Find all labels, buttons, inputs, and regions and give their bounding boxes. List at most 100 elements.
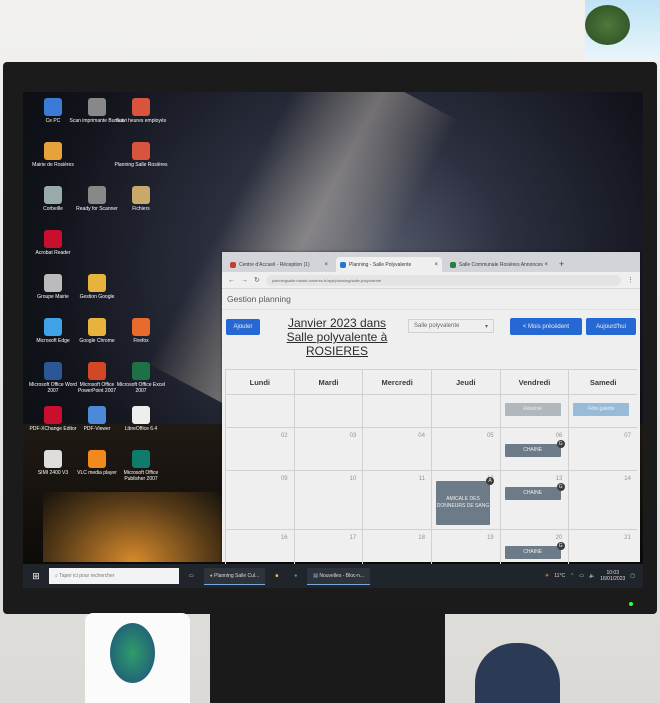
edge-icon[interactable]: ● xyxy=(288,568,303,584)
calendar-event[interactable]: Réservé xyxy=(504,403,561,416)
close-icon[interactable]: × xyxy=(434,262,438,268)
event-label: CHAINE xyxy=(523,490,543,496)
tab-annonces[interactable]: Salle Communale Rosières Annonces × xyxy=(446,257,552,272)
close-icon[interactable]: × xyxy=(544,262,548,268)
day-number: 09 xyxy=(280,476,288,482)
forward-icon[interactable]: → xyxy=(241,277,248,284)
day-number: 07 xyxy=(624,433,631,439)
back-icon[interactable]: ← xyxy=(228,277,235,284)
desktop-icon-label: Gestion Google xyxy=(79,294,115,300)
clock[interactable]: 10:03 16/01/2023 xyxy=(600,570,625,582)
calendar-day-cell[interactable]: 02 xyxy=(225,428,294,470)
url-field[interactable]: planningsalle.mairie-rosieres.fr/app/pla… xyxy=(265,274,621,286)
calendar-day-cell[interactable]: 14 xyxy=(568,471,637,529)
add-button[interactable]: Ajouter xyxy=(226,319,260,335)
wallpaper-glow xyxy=(43,492,223,562)
taskbar-item-label: Nouvelles - Bloc-n... xyxy=(319,572,365,579)
tab-reception[interactable]: Centre d'Accueil - Réception (1) × xyxy=(226,257,332,272)
day-number: 21 xyxy=(624,535,631,541)
desktop-icon[interactable]: Gestion Google xyxy=(69,274,125,300)
calendar-day-cell[interactable] xyxy=(225,395,294,427)
taskbar-item-notepad[interactable]: ▤ Nouvelles - Bloc-n... xyxy=(307,567,371,585)
calendar-event[interactable]: CHAINE xyxy=(504,444,561,457)
calendar-event[interactable]: CHAINE xyxy=(504,546,561,559)
menu-icon[interactable]: ⋮ xyxy=(627,276,634,284)
calendar-day-cell[interactable]: 05 xyxy=(430,428,500,470)
room-select[interactable]: Salle polyvalente ▾ xyxy=(408,319,494,333)
prev-month-button[interactable]: < Mois précédent xyxy=(510,318,582,335)
calendar-day-cell[interactable]: 16 xyxy=(225,530,294,568)
desktop-icon[interactable]: Planning Salle Rosières xyxy=(113,142,169,168)
calendar-day-cell[interactable]: 03 xyxy=(293,428,363,470)
desktop-icon-label: Planning Salle Rosières xyxy=(114,162,168,168)
calendar-day-cell[interactable]: 11 xyxy=(362,471,431,529)
taskbar-search[interactable]: ⌕ Taper ici pour rechercher xyxy=(49,568,179,584)
calendar-event[interactable]: CHAINE xyxy=(504,487,561,500)
calendar-day-cell[interactable] xyxy=(430,395,500,427)
event-badge: G xyxy=(556,483,565,491)
app-icon xyxy=(88,450,106,468)
clock-date: 16/01/2023 xyxy=(600,576,626,582)
app-header: Gestion planning xyxy=(222,289,640,310)
desktop-icon[interactable]: Mairie de Rosières xyxy=(25,142,81,168)
calendar-day-cell[interactable]: Fête galette xyxy=(568,395,637,427)
tab-favicon-icon xyxy=(340,261,346,268)
weather-icon[interactable]: ☀ xyxy=(545,573,549,579)
weather-temp[interactable]: 11°C xyxy=(554,573,565,579)
calendar-day-cell[interactable]: 10 xyxy=(293,471,363,529)
search-placeholder: Taper ici pour rechercher xyxy=(59,573,115,579)
app-icon xyxy=(132,318,150,336)
desktop-icon-label: LibreOffice 6.4 xyxy=(124,426,158,432)
event-badge: G xyxy=(556,542,565,550)
chevron-down-icon: ▾ xyxy=(484,323,488,330)
event-badge: A xyxy=(485,477,494,485)
calendar-day-cell[interactable]: Réservé xyxy=(499,395,569,427)
calendar-day-cell[interactable]: 07 xyxy=(568,428,637,470)
calendar-day-cell[interactable] xyxy=(362,395,431,427)
today-button[interactable]: Aujourd'hui xyxy=(586,318,636,335)
calendar-day-cell[interactable]: 13 CHAINE G xyxy=(499,471,569,529)
new-tab-button[interactable]: + xyxy=(559,259,564,269)
calendar-day-cell[interactable]: 21 xyxy=(568,530,637,568)
desktop-icon[interactable]: Acrobat Reader xyxy=(25,230,81,256)
weekday-lundi: Lundi xyxy=(225,370,294,394)
calendar-day-cell[interactable]: 12AMICALE DES DONNEURS DE SANGA xyxy=(430,471,500,529)
calendar-toolbar: Ajouter Janvier 2023 dans Salle polyvale… xyxy=(222,310,640,368)
event-label: AMICALE DES DONNEURS DE SANG xyxy=(436,496,490,509)
network-icon[interactable]: ▭ xyxy=(579,573,584,579)
desktop-icon[interactable]: Microsoft Office Publisher 2007 xyxy=(113,450,169,482)
desktop-icon[interactable]: Suivi heures employés xyxy=(113,98,169,124)
explorer-icon[interactable]: ■ xyxy=(269,568,284,584)
close-icon[interactable]: × xyxy=(324,262,328,268)
tab-planning[interactable]: Planning - Salle Polyvalente × xyxy=(336,257,442,272)
up-arrow-icon[interactable]: ⌃ xyxy=(570,573,574,579)
day-number: 11 xyxy=(418,476,425,482)
reload-icon[interactable]: ↻ xyxy=(254,276,260,284)
power-led xyxy=(629,602,633,606)
calendar-day-cell[interactable]: 04 xyxy=(362,428,431,470)
windows-start-icon[interactable]: ⊞ xyxy=(29,571,43,582)
taskbar-item-chrome[interactable]: ● Planning Salle Cul... xyxy=(203,567,266,585)
taskbar-item-label: Planning Salle Cul... xyxy=(214,572,260,579)
desktop-icon-label: Fichiers xyxy=(132,206,150,212)
desktop-icon[interactable]: Microsoft Office Excel 2007 xyxy=(113,362,169,394)
calendar-day-cell[interactable]: 19 xyxy=(430,530,500,568)
volume-icon[interactable]: 🔈 xyxy=(589,573,595,579)
calendar-day-cell[interactable]: 18 xyxy=(362,530,431,568)
notifications-icon[interactable]: ▢ xyxy=(630,573,635,579)
desktop-icon[interactable]: LibreOffice 6.4 xyxy=(113,406,169,432)
desktop-icon[interactable]: Fichiers xyxy=(113,186,169,212)
calendar-day-cell[interactable]: 06 CHAINE G xyxy=(499,428,569,470)
calendar-day-cell[interactable] xyxy=(293,395,363,427)
task-view-icon[interactable]: ▭ xyxy=(183,568,200,584)
day-number: 17 xyxy=(349,535,357,541)
event-label: Réservé xyxy=(523,406,542,412)
calendar-day-cell[interactable]: 17 xyxy=(293,530,363,568)
app-icon xyxy=(44,362,62,380)
calendar-day-cell[interactable]: 09 xyxy=(225,471,294,529)
calendar-event[interactable]: Fête galette xyxy=(573,403,630,416)
calendar-event[interactable]: AMICALE DES DONNEURS DE SANG xyxy=(435,481,490,525)
desktop-screen: Ce PC Scan imprimante Bureau Suivi heures … xyxy=(23,92,643,588)
desktop-icon[interactable]: Firefox xyxy=(113,318,169,344)
calendar-day-cell[interactable]: 20 CHAINE G xyxy=(499,530,569,568)
